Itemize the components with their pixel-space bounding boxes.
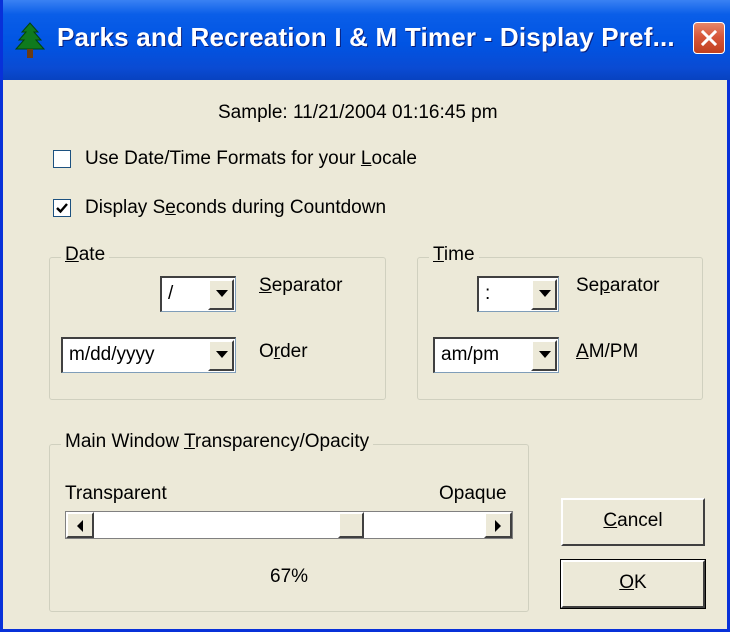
transparency-group-label: Main Window Transparency/Opacity bbox=[61, 431, 374, 453]
date-separator-select[interactable]: / bbox=[160, 276, 236, 312]
ampm-label: AM/PM bbox=[576, 341, 639, 362]
date-separator-value: / bbox=[168, 283, 174, 304]
time-group-label: Time bbox=[429, 244, 479, 266]
date-order-select[interactable]: m/dd/yyyy bbox=[61, 337, 236, 373]
ok-button-label: OK bbox=[619, 572, 647, 593]
time-groupbox bbox=[417, 257, 703, 400]
date-group-label: Date bbox=[61, 244, 110, 266]
ampm-value: am/pm bbox=[441, 344, 500, 365]
arrow-left-icon bbox=[77, 520, 83, 532]
tree-icon bbox=[13, 22, 47, 60]
date-order-dropdown-button[interactable] bbox=[208, 340, 234, 371]
date-separator-label: Separator bbox=[259, 275, 343, 296]
dialog-body: Sample: 11/21/2004 01:16:45 pm Use Date/… bbox=[3, 80, 730, 629]
chevron-down-icon bbox=[539, 290, 551, 297]
date-order-value: m/dd/yyyy bbox=[69, 344, 155, 365]
time-separator-dropdown-button[interactable] bbox=[531, 279, 557, 310]
close-icon bbox=[700, 29, 718, 47]
date-separator-dropdown-button[interactable] bbox=[208, 279, 234, 310]
slider-thumb[interactable] bbox=[337, 512, 364, 538]
display-preferences-dialog: Parks and Recreation I & M Timer - Displ… bbox=[0, 0, 730, 632]
display-seconds-label[interactable]: Display Seconds during Countdown bbox=[85, 197, 386, 219]
cancel-button-label: Cancel bbox=[603, 510, 663, 531]
date-order-label: Order bbox=[259, 341, 308, 362]
display-seconds-checkbox[interactable] bbox=[53, 199, 71, 217]
ampm-select[interactable]: am/pm bbox=[433, 337, 559, 373]
close-button[interactable] bbox=[693, 22, 725, 54]
window-title: Parks and Recreation I & M Timer - Displ… bbox=[57, 22, 675, 52]
slider-right-button[interactable] bbox=[484, 512, 512, 538]
transparency-slider[interactable] bbox=[65, 511, 513, 539]
use-locale-checkbox[interactable] bbox=[53, 150, 71, 168]
slider-min-label: Transparent bbox=[65, 483, 167, 504]
arrow-right-icon bbox=[495, 520, 501, 532]
chevron-down-icon bbox=[216, 351, 228, 358]
sample-text: Sample: 11/21/2004 01:16:45 pm bbox=[218, 102, 498, 123]
time-separator-select[interactable]: : bbox=[477, 276, 559, 312]
use-locale-label[interactable]: Use Date/Time Formats for your Locale bbox=[85, 148, 417, 170]
slider-left-button[interactable] bbox=[66, 512, 94, 538]
cancel-button[interactable]: Cancel bbox=[561, 498, 705, 546]
time-separator-label: Separator bbox=[576, 275, 660, 296]
chevron-down-icon bbox=[539, 351, 551, 358]
ok-button[interactable]: OK bbox=[560, 559, 706, 609]
checkmark-icon bbox=[56, 203, 68, 214]
slider-max-label: Opaque bbox=[439, 483, 507, 504]
time-separator-value: : bbox=[485, 283, 491, 304]
slider-value-text: 67% bbox=[270, 566, 309, 587]
title-bar[interactable]: Parks and Recreation I & M Timer - Displ… bbox=[3, 0, 730, 80]
ampm-dropdown-button[interactable] bbox=[531, 340, 557, 371]
chevron-down-icon bbox=[216, 290, 228, 297]
